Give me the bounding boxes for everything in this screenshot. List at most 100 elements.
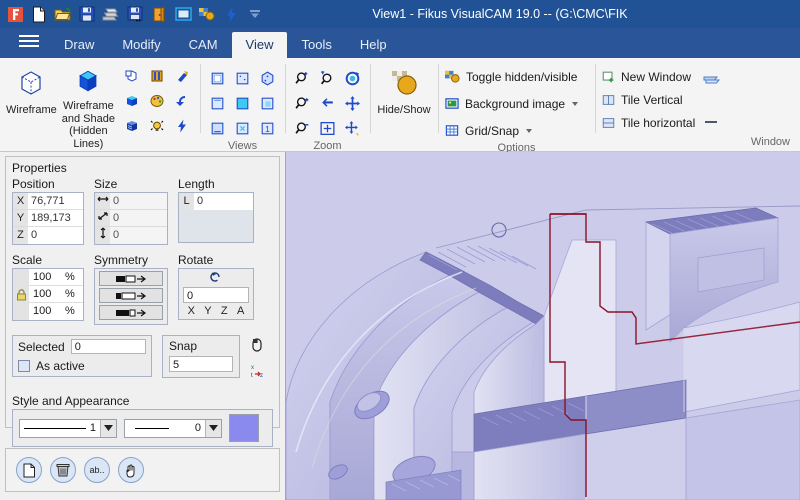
zoom-previous-icon[interactable] (341, 66, 365, 90)
scale-z-row[interactable]: 100 % (29, 303, 83, 320)
position-z-row[interactable]: Z 0 (13, 227, 83, 244)
grid-cube-icon[interactable] (120, 114, 144, 138)
position-z-value[interactable]: 0 (28, 227, 83, 244)
palette-icon[interactable] (145, 89, 169, 113)
rotate-axis-x[interactable]: X (188, 305, 195, 317)
open-folder-icon[interactable] (52, 3, 74, 25)
rotate-angle-input[interactable]: 0 (183, 287, 249, 303)
mouse-icon[interactable] (250, 337, 266, 356)
dynamic-pan-icon[interactable] (341, 116, 365, 140)
scale-z-value[interactable]: 100 (29, 303, 65, 320)
refresh-arrow-icon[interactable] (170, 64, 194, 88)
tile-horizontal-item[interactable]: Tile horizontal (601, 111, 695, 134)
selected-count-input[interactable]: 0 (71, 339, 146, 354)
hide-show-button[interactable]: Hide/Show (376, 62, 432, 117)
size-width-row[interactable]: 0 (95, 193, 167, 210)
chevron-down-icon[interactable] (100, 420, 116, 437)
wireframe-shade-button[interactable]: Wireframe and Shade (Hidden Lines) (61, 62, 116, 151)
exit-door-icon[interactable] (148, 3, 170, 25)
view-top-icon[interactable] (206, 66, 230, 90)
menu-item-help[interactable]: Help (346, 32, 401, 58)
view-bottom-icon[interactable] (206, 116, 230, 140)
view-named-1-icon[interactable]: 1 (256, 116, 280, 140)
line-width-combo[interactable]: 0 (124, 419, 222, 438)
background-image-item[interactable]: Background image (444, 92, 578, 115)
menu-icon[interactable] (8, 28, 50, 58)
cascade-windows-icon[interactable] (699, 68, 723, 92)
zoom-pan-hand-icon[interactable] (316, 91, 340, 115)
rotate-axis-z[interactable]: Z (221, 305, 228, 317)
mirror-x-icon[interactable] (99, 271, 163, 286)
scale-y-row[interactable]: 100 % (29, 286, 83, 303)
menu-item-view[interactable]: View (232, 32, 288, 58)
minimize-icon[interactable] (699, 110, 723, 134)
text-ab-icon[interactable]: ab.. (84, 457, 110, 483)
hand-pointer-icon[interactable] (118, 457, 144, 483)
tile-vertical-item[interactable]: Tile Vertical (601, 88, 695, 111)
as-active-checkbox[interactable] (18, 360, 30, 372)
toggle-hidden-visible-item[interactable]: Toggle hidden/visible (444, 65, 577, 88)
length-value[interactable]: 0 (194, 193, 253, 210)
toggle-visible-icon[interactable] (196, 3, 218, 25)
lock-icon[interactable] (13, 269, 29, 320)
lightning-icon[interactable] (220, 3, 242, 25)
size-width-value[interactable]: 0 (110, 193, 167, 209)
menu-item-tools[interactable]: Tools (287, 32, 345, 58)
menu-item-draw[interactable]: Draw (50, 32, 108, 58)
undo-arrow-icon[interactable] (170, 89, 194, 113)
new-file-icon[interactable] (28, 3, 50, 25)
customize-caret-icon[interactable] (244, 3, 266, 25)
size-diagonal-row[interactable]: 0 (95, 210, 167, 227)
save-icon[interactable] (76, 3, 98, 25)
window-icon[interactable] (172, 3, 194, 25)
trash-icon[interactable] (50, 457, 76, 483)
wireframe-button[interactable]: Wireframe (6, 62, 57, 117)
chevron-down-icon[interactable] (205, 420, 221, 437)
light-bulb-icon[interactable] (145, 114, 169, 138)
save-as-icon[interactable] (124, 3, 146, 25)
new-document-icon[interactable] (16, 457, 42, 483)
app-logo-icon[interactable] (4, 3, 26, 25)
view-front-icon[interactable] (231, 66, 255, 90)
zoom-out-icon[interactable] (291, 116, 315, 140)
shade-outline-icon[interactable] (120, 64, 144, 88)
color-swatch[interactable] (229, 414, 259, 442)
view-left-icon[interactable] (206, 91, 230, 115)
print-icon[interactable] (100, 3, 122, 25)
zoom-in-icon[interactable] (291, 91, 315, 115)
mirror-y-icon[interactable] (99, 288, 163, 303)
rotate-ccw-icon[interactable] (183, 270, 249, 286)
view-back-icon[interactable] (231, 116, 255, 140)
new-window-item[interactable]: New Window (601, 65, 695, 88)
position-x-row[interactable]: X 76,771 (13, 193, 83, 210)
view-shaded-icon[interactable] (231, 91, 255, 115)
menu-item-cam[interactable]: CAM (175, 32, 232, 58)
view-isometric-icon[interactable] (256, 66, 280, 90)
size-height-value[interactable]: 0 (110, 227, 167, 244)
zoom-all-icon[interactable] (316, 66, 340, 90)
axis-xyz-icon[interactable]: x t z (250, 363, 266, 382)
position-y-row[interactable]: Y 189,173 (13, 210, 83, 227)
grid-snap-item[interactable]: Grid/Snap (444, 119, 532, 142)
scale-y-value[interactable]: 100 (29, 286, 65, 302)
view-right-icon[interactable] (256, 91, 280, 115)
mirror-z-icon[interactable] (99, 305, 163, 320)
rotate-axis-a[interactable]: A (237, 305, 244, 317)
size-diagonal-value[interactable]: 0 (110, 210, 167, 226)
scale-x-value[interactable]: 100 (29, 269, 65, 285)
lightning-bolt-icon[interactable] (170, 114, 194, 138)
pan-move-icon[interactable] (341, 91, 365, 115)
snap-value-input[interactable]: 5 (169, 356, 233, 372)
position-x-value[interactable]: 76,771 (28, 193, 83, 209)
chevron-down-icon[interactable] (526, 129, 532, 133)
line-style-combo[interactable]: 1 (19, 419, 117, 438)
cad-3d-viewport[interactable] (286, 152, 800, 500)
rotate-axis-y[interactable]: Y (204, 305, 211, 317)
solid-cube-icon[interactable] (120, 89, 144, 113)
position-y-value[interactable]: 189,173 (28, 210, 83, 226)
zoom-fit-icon[interactable] (316, 116, 340, 140)
menu-item-modify[interactable]: Modify (108, 32, 174, 58)
chevron-down-icon[interactable] (572, 102, 578, 106)
size-height-row[interactable]: 0 (95, 227, 167, 244)
scale-x-row[interactable]: 100 % (29, 269, 83, 286)
